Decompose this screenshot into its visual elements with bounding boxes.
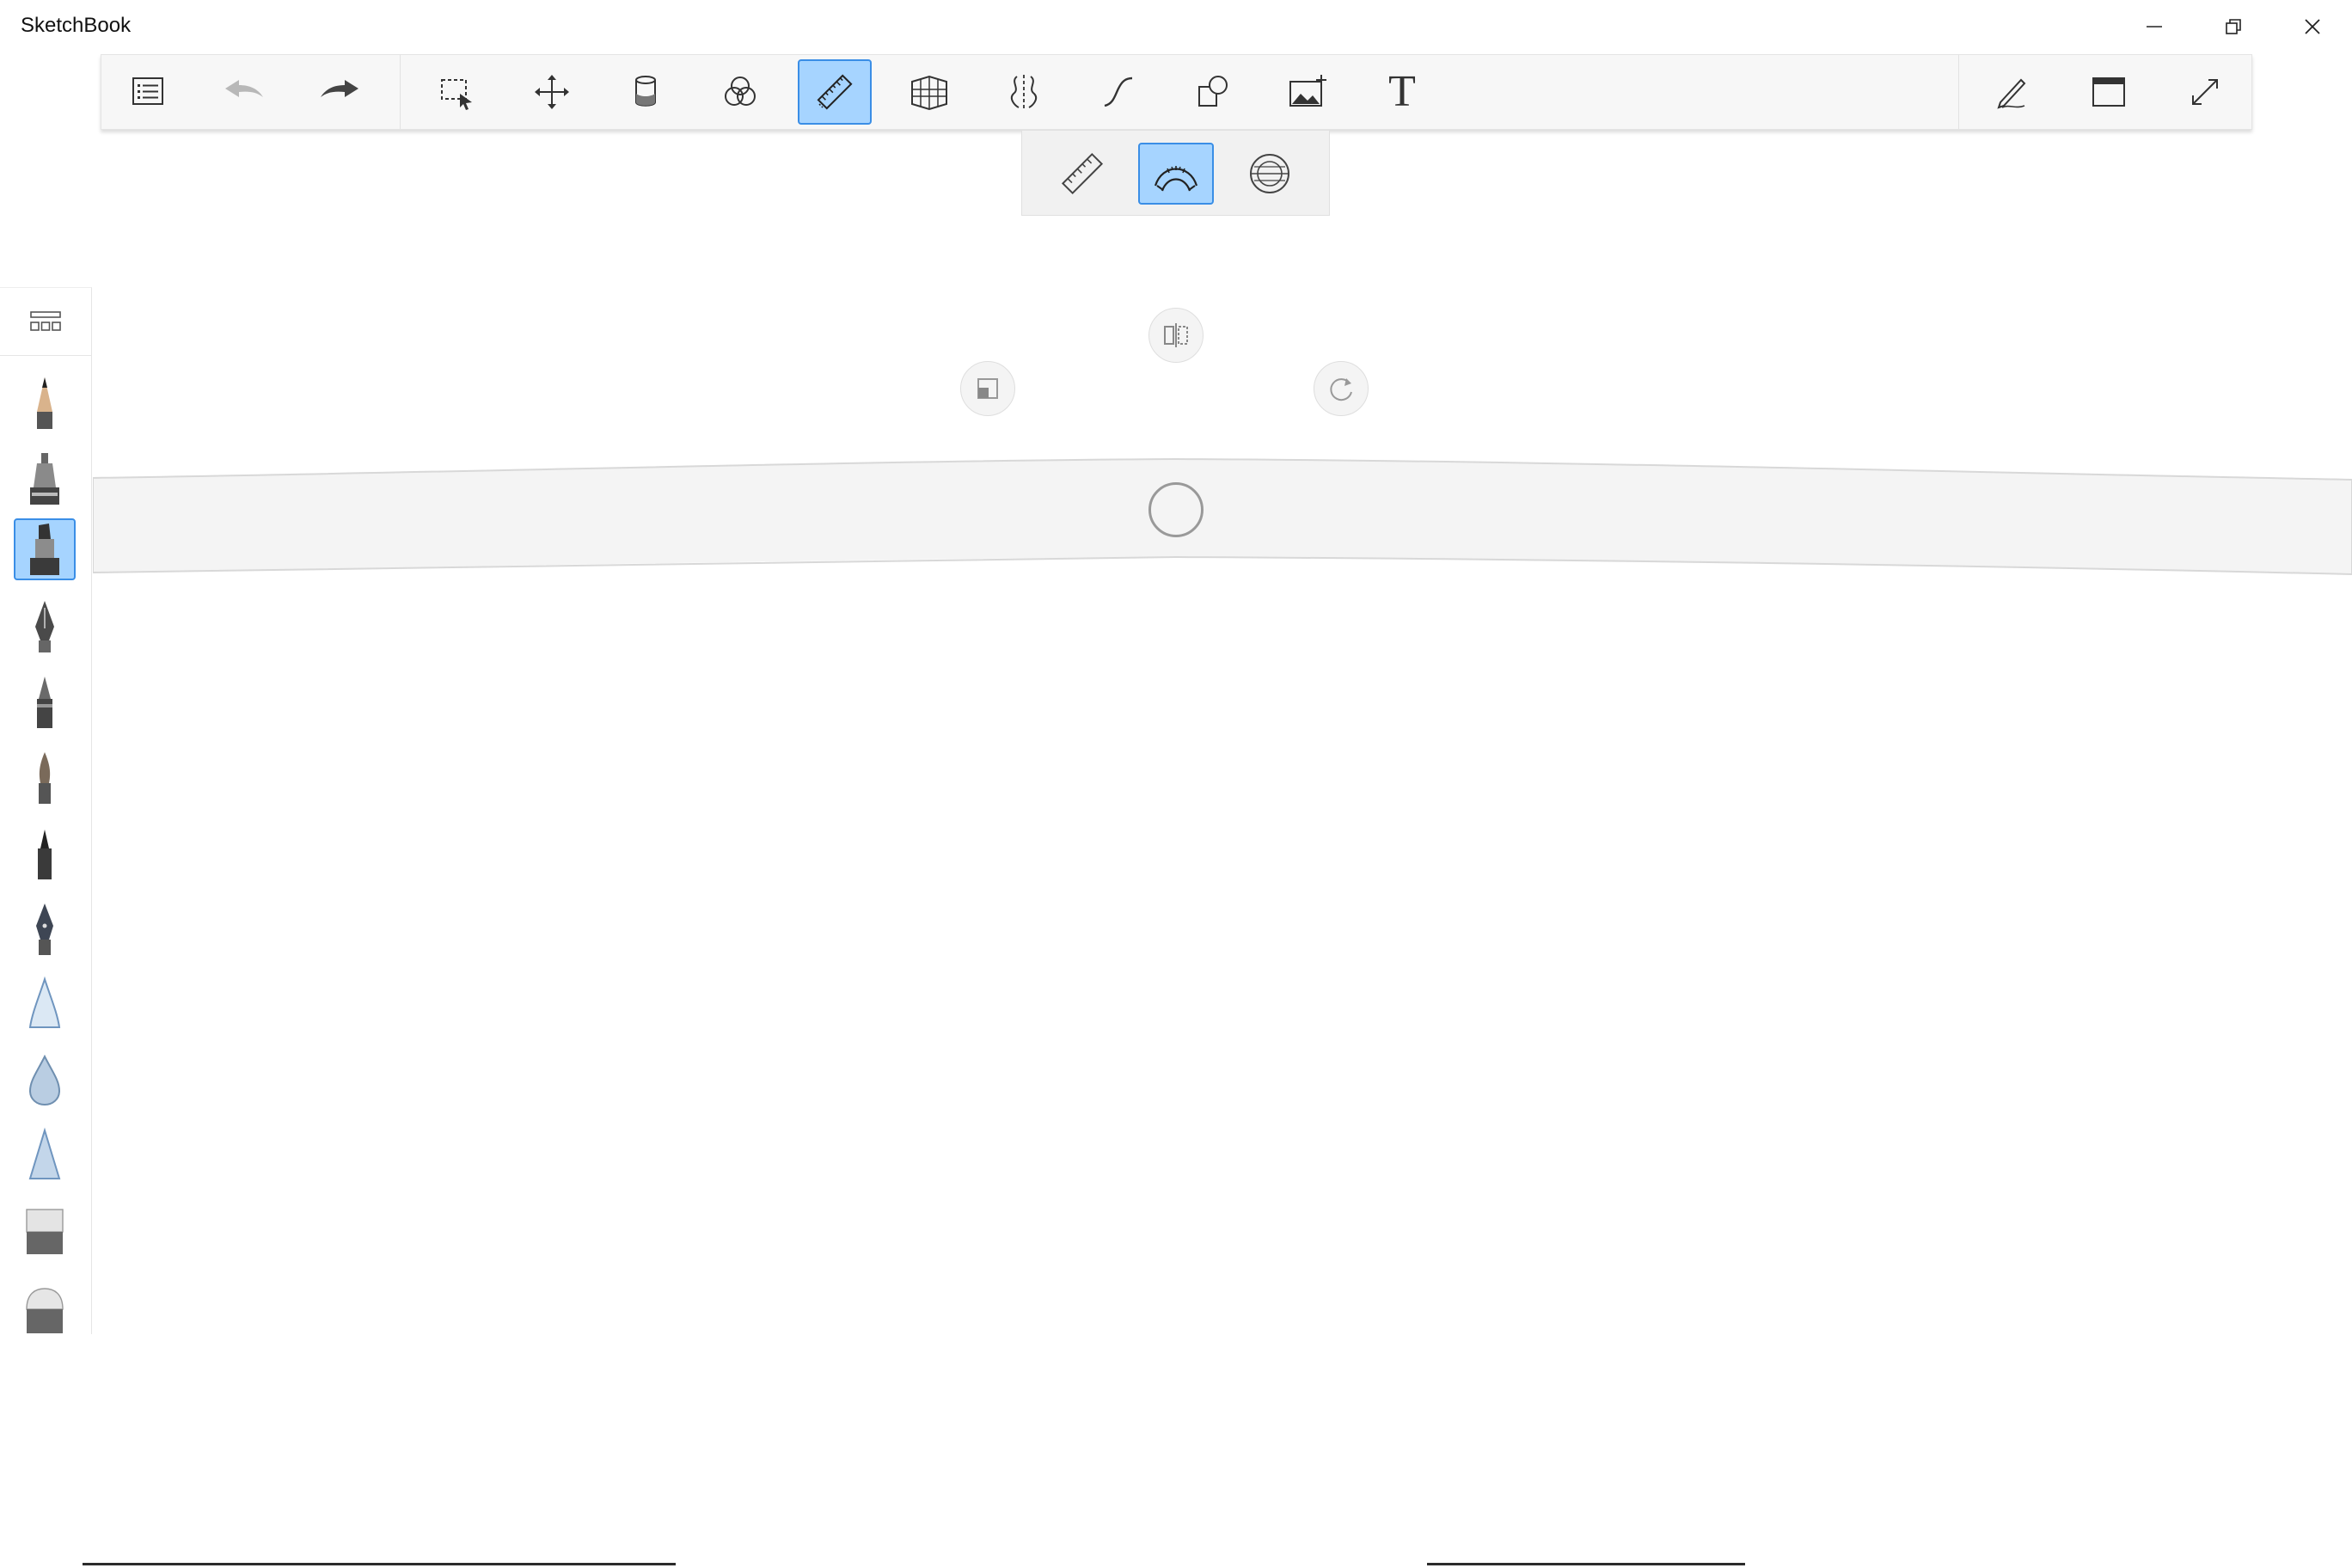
ellipse-guide-icon: [1250, 154, 1289, 193]
toolbar-separator: [1958, 55, 1959, 129]
taskbar-edge: [1427, 1563, 1745, 1565]
brush-soft-eraser[interactable]: [14, 1277, 76, 1334]
brush-fountain-pen[interactable]: [14, 898, 76, 960]
minimize-icon: [2147, 26, 2162, 28]
brush-ballpoint[interactable]: [14, 671, 76, 733]
brush-airbrush[interactable]: [14, 448, 76, 510]
brush-smudge[interactable]: [14, 974, 76, 1036]
ballpoint-icon: [37, 677, 52, 728]
brush-palette: [0, 287, 92, 1334]
window-layout-button[interactable]: [2072, 59, 2146, 125]
selection-icon: [441, 79, 472, 110]
app-title: SketchBook: [21, 14, 132, 37]
center-pivot-handle[interactable]: [1148, 482, 1204, 537]
felt-pen-icon: [38, 830, 52, 879]
rotate-guide-handle[interactable]: [1314, 361, 1369, 416]
french-curve-button[interactable]: [1138, 143, 1214, 205]
fill-bucket-icon: [635, 76, 656, 107]
brush-ink-pen[interactable]: [14, 596, 76, 658]
pen-settings-button[interactable]: [1975, 59, 2049, 125]
straight-ruler-button[interactable]: [1044, 143, 1120, 205]
selection-tool-button[interactable]: [420, 59, 493, 125]
ruler-tool-button[interactable]: [798, 59, 872, 125]
perspective-tool-button[interactable]: [892, 59, 966, 125]
hard-eraser-icon: [26, 1209, 64, 1254]
brush-pencil[interactable]: [14, 372, 76, 434]
brush-blur[interactable]: [14, 1050, 76, 1112]
transform-tool-button[interactable]: [515, 59, 589, 125]
close-button[interactable]: [2273, 0, 2352, 53]
scale-guide-handle[interactable]: [960, 361, 1015, 416]
brush-paintbrush[interactable]: [14, 747, 76, 809]
restore-icon: [2226, 19, 2241, 34]
undo-button[interactable]: [207, 59, 281, 125]
airbrush-icon: [30, 453, 59, 505]
shapes-tool-button[interactable]: [1176, 59, 1250, 125]
rotate-guide-icon: [1330, 378, 1352, 401]
french-curve-icon: [1154, 166, 1198, 192]
fountain-pen-icon: [36, 903, 53, 955]
title-bar: SketchBook: [0, 0, 2352, 53]
taskbar-edge: [83, 1563, 676, 1565]
sharpen-cone-icon: [28, 1127, 61, 1179]
paintbrush-icon: [39, 752, 51, 804]
fill-tool-button[interactable]: [609, 59, 683, 125]
straight-ruler-icon: [1061, 152, 1104, 195]
brush-sharpen[interactable]: [14, 1125, 76, 1187]
ruler-options-bar: [1021, 130, 1330, 216]
ink-pen-icon: [35, 601, 54, 652]
text-icon: T: [1388, 67, 1416, 116]
ellipse-guide-button[interactable]: [1232, 143, 1308, 205]
stroke-curve-icon: [1104, 77, 1133, 107]
drawing-canvas[interactable]: [93, 258, 2352, 1565]
marker-icon: [30, 524, 59, 575]
undo-icon: [225, 80, 263, 97]
text-tool-button[interactable]: T: [1365, 59, 1439, 125]
brush-marker[interactable]: [14, 518, 76, 580]
redo-icon: [321, 80, 358, 97]
color-editor-button[interactable]: [703, 59, 777, 125]
blur-drop-icon: [28, 1054, 61, 1106]
list-icon: [132, 77, 163, 105]
french-curve-guide[interactable]: [93, 258, 2352, 602]
window-layout-icon: [2092, 77, 2125, 107]
minimize-button[interactable]: [2115, 0, 2194, 53]
menu-list-button[interactable]: [111, 59, 185, 125]
add-image-button[interactable]: [1271, 59, 1344, 125]
flip-guide-icon: [1164, 323, 1188, 347]
add-image-icon: [1289, 75, 1326, 107]
sketchbook-window: SketchBook T: [0, 0, 2352, 1568]
perspective-grid-icon: [911, 75, 947, 111]
symmetry-icon: [1010, 75, 1038, 109]
close-icon: [2305, 19, 2320, 34]
main-toolbar: T: [101, 54, 2252, 130]
smudge-cone-icon: [28, 976, 61, 1028]
scale-guide-icon: [977, 378, 998, 399]
transform-move-icon: [535, 75, 569, 109]
symmetry-tool-button[interactable]: [987, 59, 1061, 125]
toolbar-separator: [400, 55, 401, 129]
fullscreen-button[interactable]: [2168, 59, 2242, 125]
restore-button[interactable]: [2194, 0, 2273, 53]
fullscreen-icon: [2192, 79, 2218, 105]
grid-view-icon: [30, 311, 61, 331]
soft-eraser-icon: [26, 1288, 64, 1333]
flip-guide-handle[interactable]: [1148, 308, 1204, 363]
brush-hard-eraser[interactable]: [14, 1201, 76, 1263]
predictive-stroke-button[interactable]: [1081, 59, 1155, 125]
shapes-icon: [1198, 76, 1228, 107]
pen-settings-icon: [1997, 78, 2026, 109]
redo-button[interactable]: [303, 59, 377, 125]
brush-felt-pen[interactable]: [14, 823, 76, 885]
pencil-icon: [37, 377, 52, 429]
ruler-icon: [817, 74, 853, 110]
color-circles-icon: [725, 77, 756, 106]
brush-library-button[interactable]: [0, 288, 91, 356]
